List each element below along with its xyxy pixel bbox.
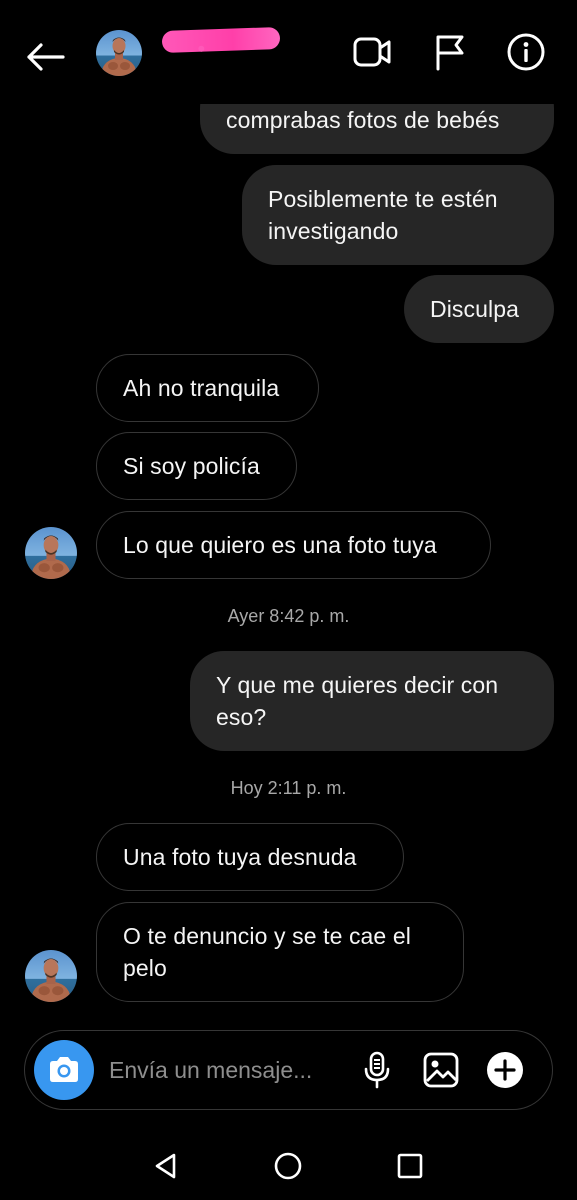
message-bubble-incoming[interactable]: O te denuncio y se te cae el pelo xyxy=(96,902,464,1002)
gallery-button[interactable] xyxy=(420,1049,462,1091)
sender-avatar[interactable] xyxy=(25,950,77,1002)
video-call-button[interactable] xyxy=(350,30,394,74)
message-text: Disculpa xyxy=(430,296,520,322)
square-recents-icon xyxy=(397,1153,423,1179)
message-input[interactable] xyxy=(109,1049,349,1091)
circle-home-icon xyxy=(274,1152,302,1180)
message-bubble-incoming[interactable]: Una foto tuya desnuda xyxy=(96,823,404,891)
message-composer xyxy=(24,1030,553,1110)
message-bubble-outgoing[interactable]: Disculpa xyxy=(404,275,554,343)
message-text: O te denuncio y se te cae el pelo xyxy=(123,923,411,981)
system-home-button[interactable] xyxy=(268,1146,308,1186)
report-button[interactable] xyxy=(427,30,471,74)
message-bubble-incoming[interactable]: Si soy policía xyxy=(96,432,297,500)
microphone-icon xyxy=(364,1051,390,1089)
message-bubble-incoming[interactable]: Ah no tranquila xyxy=(96,354,319,422)
triangle-back-icon xyxy=(155,1153,176,1179)
contact-avatar[interactable] xyxy=(96,30,142,76)
message-bubble-incoming[interactable]: Lo que quiero es una foto tuya xyxy=(96,511,491,579)
voice-message-button[interactable] xyxy=(356,1049,398,1091)
chat-header xyxy=(0,0,577,104)
info-icon xyxy=(507,33,545,71)
system-recents-button[interactable] xyxy=(390,1146,430,1186)
message-text: Lo que quiero es una foto tuya xyxy=(123,532,437,558)
system-back-button[interactable] xyxy=(146,1146,186,1186)
timestamp: Ayer 8:42 p. m. xyxy=(227,606,350,626)
info-button[interactable] xyxy=(504,30,548,74)
redacted-contact-name[interactable] xyxy=(161,26,281,54)
timestamp: Hoy 2:11 p. m. xyxy=(230,778,347,798)
message-bubble-outgoing[interactable]: Y que me quieres decir con eso? xyxy=(190,651,554,751)
message-text: Si soy policía xyxy=(123,453,260,479)
plus-circle-icon xyxy=(487,1052,523,1088)
more-options-button[interactable] xyxy=(484,1049,526,1091)
flag-icon xyxy=(436,35,464,71)
back-button[interactable] xyxy=(22,34,68,80)
arrow-left-icon xyxy=(27,43,65,71)
message-text: Ah no tranquila xyxy=(123,375,280,401)
image-gallery-icon xyxy=(423,1052,459,1088)
sender-avatar[interactable] xyxy=(25,527,77,579)
system-navigation-bar xyxy=(0,1130,577,1200)
message-thread[interactable]: compraste fotos de bebés, o que compraba… xyxy=(0,0,577,1020)
camera-icon xyxy=(50,1057,78,1082)
message-text: Y que me quieres decir con eso? xyxy=(216,672,499,730)
message-text: Una foto tuya desnuda xyxy=(123,844,357,870)
message-text: Posiblemente te estén investigando xyxy=(268,186,498,244)
camera-button[interactable] xyxy=(34,1040,94,1100)
video-camera-icon xyxy=(353,37,391,67)
message-bubble-outgoing[interactable]: Posiblemente te estén investigando xyxy=(242,165,554,265)
